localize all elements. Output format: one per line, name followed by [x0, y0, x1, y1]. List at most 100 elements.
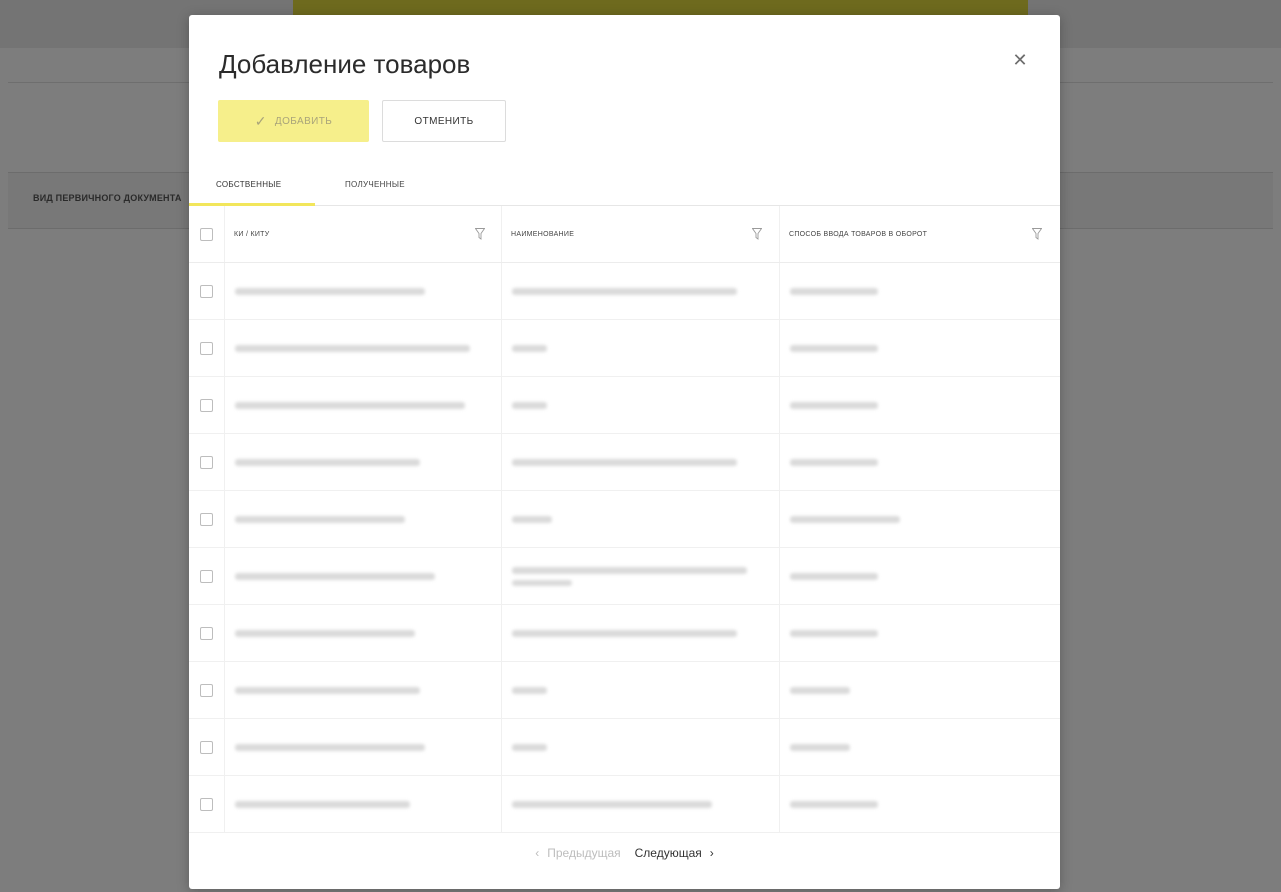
tab-received[interactable]: Полученные [345, 180, 405, 206]
obscured-text [235, 573, 435, 580]
column-header-name: Наименование [511, 231, 575, 238]
row-checkbox[interactable] [200, 741, 213, 754]
obscured-text [512, 580, 572, 586]
cell-code [225, 491, 502, 547]
chevron-right-icon: › [709, 846, 714, 860]
obscured-text [235, 402, 465, 409]
cancel-button[interactable]: Отменить [382, 100, 506, 142]
obscured-text [790, 801, 878, 808]
cell-name [502, 719, 780, 775]
cell-code [225, 605, 502, 661]
next-page-button[interactable]: Следующая › [635, 846, 714, 860]
cell-method [780, 263, 1060, 319]
row-checkbox[interactable] [200, 684, 213, 697]
cell-method [780, 434, 1060, 490]
obscured-text [512, 687, 547, 694]
next-page-label: Следующая [634, 846, 702, 860]
cell-method [780, 662, 1060, 718]
obscured-text [512, 567, 747, 574]
obscured-text [512, 459, 737, 466]
row-checkbox[interactable] [200, 627, 213, 640]
cell-name [502, 320, 780, 376]
table-row[interactable] [189, 263, 1060, 320]
obscured-text [512, 402, 547, 409]
cell-code [225, 776, 502, 832]
obscured-text [235, 516, 405, 523]
background-column-header: Вид первичного документа [33, 193, 182, 203]
cell-name [502, 776, 780, 832]
obscured-text [790, 288, 878, 295]
cell-code [225, 263, 502, 319]
cell-name [502, 377, 780, 433]
select-all-checkbox[interactable] [200, 228, 213, 241]
cell-method [780, 320, 1060, 376]
cell-code [225, 377, 502, 433]
background-accent-bar [293, 0, 1028, 16]
table-row[interactable] [189, 719, 1060, 776]
obscured-text [790, 630, 878, 637]
cell-code [225, 719, 502, 775]
pagination: ‹ Предыдущая Следующая › [189, 838, 1060, 868]
cell-method [780, 491, 1060, 547]
row-checkbox[interactable] [200, 570, 213, 583]
cell-code [225, 662, 502, 718]
obscured-text [790, 687, 850, 694]
obscured-text [790, 573, 878, 580]
add-goods-modal: Добавление товаров ✕ ✓ Добавить Отменить… [189, 15, 1060, 889]
obscured-text [235, 630, 415, 637]
table-row[interactable] [189, 434, 1060, 491]
row-checkbox[interactable] [200, 513, 213, 526]
obscured-text [235, 801, 410, 808]
chevron-left-icon: ‹ [535, 846, 540, 860]
check-icon: ✓ [254, 112, 267, 129]
cell-name [502, 605, 780, 661]
modal-title: Добавление товаров [219, 49, 471, 79]
row-checkbox[interactable] [200, 285, 213, 298]
filter-icon[interactable] [1032, 228, 1042, 240]
add-button[interactable]: ✓ Добавить [218, 100, 369, 142]
tab-own[interactable]: Собственные [189, 180, 315, 206]
obscured-text [235, 744, 425, 751]
table-row[interactable] [189, 605, 1060, 662]
obscured-text [235, 459, 420, 466]
table-row[interactable] [189, 776, 1060, 833]
table-row[interactable] [189, 377, 1060, 434]
obscured-text [512, 516, 552, 523]
cell-method [780, 776, 1060, 832]
cell-name [502, 434, 780, 490]
row-checkbox[interactable] [200, 342, 213, 355]
obscured-text [235, 687, 420, 694]
obscured-text [235, 288, 425, 295]
obscured-text [790, 459, 878, 466]
filter-icon[interactable] [475, 228, 485, 240]
column-header-method: Способ ввода товаров в оборот [789, 231, 928, 238]
obscured-text [790, 402, 878, 409]
close-icon[interactable]: ✕ [1011, 51, 1029, 69]
cell-method [780, 605, 1060, 661]
table-header: КИ / КИТУ Наименование Способ ввода това… [189, 206, 1060, 263]
cell-name [502, 263, 780, 319]
cell-name [502, 662, 780, 718]
goods-table: КИ / КИТУ Наименование Способ ввода това… [189, 206, 1060, 833]
column-header-code: КИ / КИТУ [234, 231, 270, 238]
row-checkbox[interactable] [200, 798, 213, 811]
filter-icon[interactable] [752, 228, 762, 240]
prev-page-button[interactable]: ‹ Предыдущая [535, 846, 620, 860]
tabs: Собственные Полученные [189, 170, 1060, 206]
prev-page-label: Предыдущая [547, 846, 621, 860]
cell-code [225, 320, 502, 376]
obscured-text [512, 345, 547, 352]
obscured-text [790, 516, 900, 523]
cell-code [225, 434, 502, 490]
row-checkbox[interactable] [200, 399, 213, 412]
table-row[interactable] [189, 320, 1060, 377]
table-row[interactable] [189, 491, 1060, 548]
row-checkbox[interactable] [200, 456, 213, 469]
obscured-text [235, 345, 470, 352]
cell-code [225, 548, 502, 604]
obscured-text [512, 288, 737, 295]
obscured-text [512, 801, 712, 808]
table-row[interactable] [189, 548, 1060, 605]
table-row[interactable] [189, 662, 1060, 719]
cell-method [780, 719, 1060, 775]
